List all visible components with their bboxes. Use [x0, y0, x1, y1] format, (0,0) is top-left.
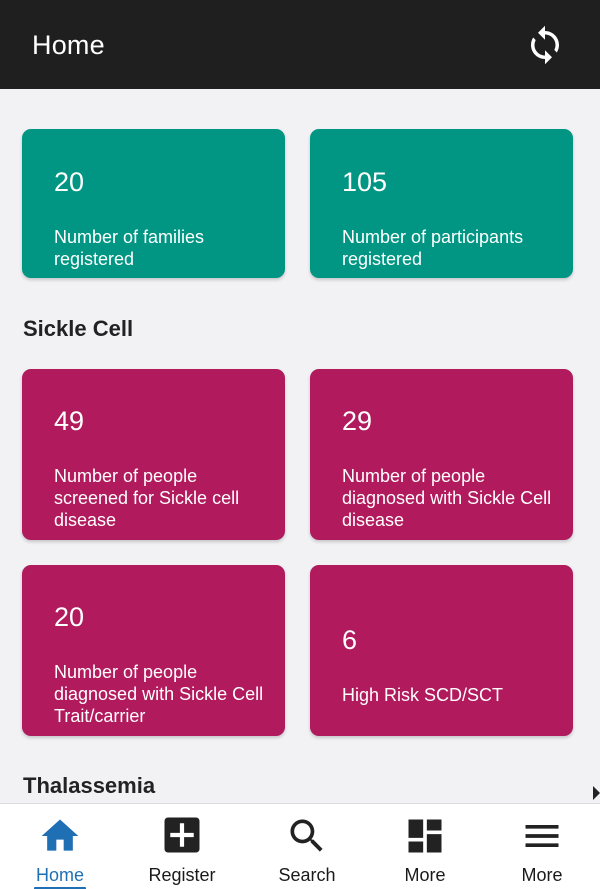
participants-label: Number of participants registered — [342, 227, 524, 269]
sickle-cell-heading: Sickle Cell — [23, 316, 134, 341]
families-label: Number of families registered — [54, 227, 205, 269]
plus-square-icon — [164, 817, 200, 853]
nav-home[interactable]: Home — [0, 804, 120, 889]
nav-register[interactable]: Register — [122, 804, 242, 889]
families-count: 20 — [54, 167, 85, 197]
search-icon — [290, 819, 323, 852]
nav-more-menu[interactable]: More — [482, 804, 600, 889]
dashboard-icon — [408, 819, 442, 853]
high-risk-count: 6 — [342, 625, 358, 655]
sync-icon[interactable] — [524, 24, 566, 66]
thalassemia-heading: Thalassemia — [23, 773, 156, 798]
high-risk-card[interactable]: 6 High Risk SCD/SCT — [310, 565, 573, 736]
participants-count: 105 — [342, 167, 388, 197]
screened-label: Number of people screened for Sickle cel… — [54, 466, 240, 530]
nav-search[interactable]: Search — [247, 804, 367, 889]
trait-carrier-card[interactable]: 20 Number of people diagnosed with Sickl… — [22, 565, 285, 736]
nav-home-label: Home — [35, 865, 84, 885]
nav-more-dashboard[interactable]: More — [365, 804, 485, 889]
nav-more-dashboard-label: More — [404, 865, 446, 885]
page-title: Home — [32, 30, 105, 60]
nav-search-label: Search — [278, 865, 336, 885]
bottom-navigation: Home Register Search More More — [0, 803, 600, 889]
trait-carrier-label: Number of people diagnosed with Sickle C… — [54, 662, 264, 726]
participants-card[interactable]: 105 Number of participants registered — [310, 129, 573, 278]
nav-more-menu-label: More — [521, 865, 563, 885]
nav-register-label: Register — [148, 865, 216, 885]
diagnosed-disease-label: Number of people diagnosed with Sickle C… — [342, 466, 552, 530]
diagnosed-disease-count: 29 — [342, 406, 373, 436]
diagnosed-disease-card[interactable]: 29 Number of people diagnosed with Sickl… — [310, 369, 573, 540]
screened-count: 49 — [54, 406, 85, 436]
scroll-arrow-icon — [593, 786, 600, 800]
families-card[interactable]: 20 Number of families registered — [22, 129, 285, 278]
app-bar: Home — [0, 0, 600, 89]
trait-carrier-count: 20 — [54, 602, 85, 632]
screened-card[interactable]: 49 Number of people screened for Sickle … — [22, 369, 285, 540]
high-risk-label: High Risk SCD/SCT — [342, 685, 504, 705]
home-icon — [41, 819, 79, 851]
menu-icon — [525, 825, 559, 847]
